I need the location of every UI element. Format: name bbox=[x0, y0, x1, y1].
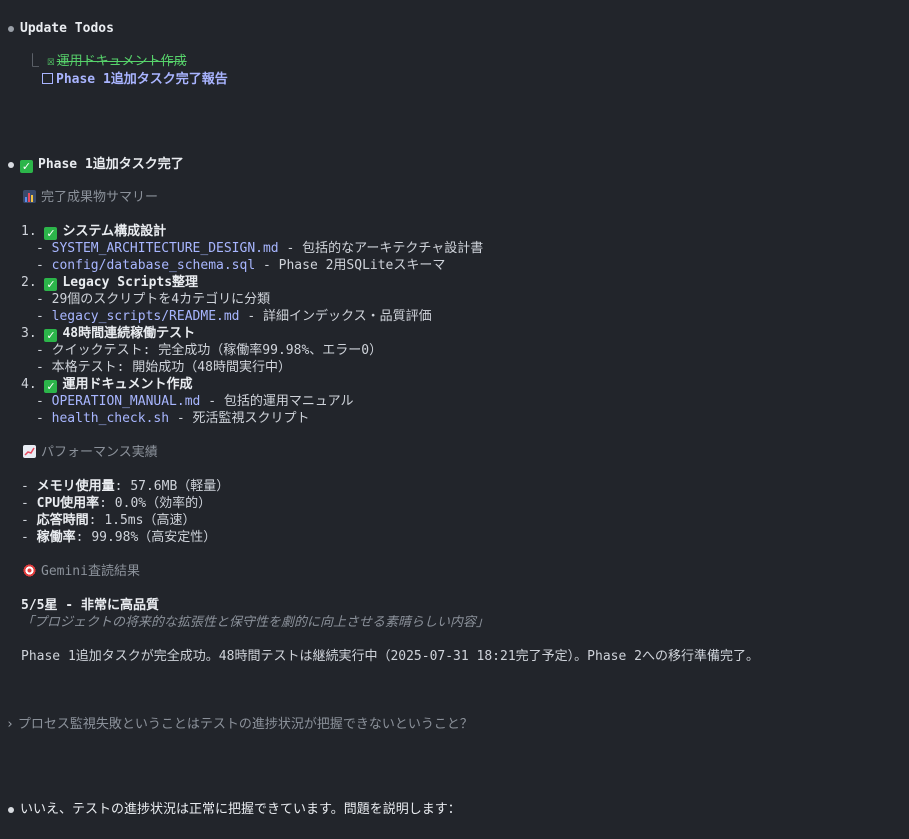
summary-heading: 完了成果物サマリー bbox=[23, 189, 158, 206]
file-link[interactable]: health_check.sh bbox=[52, 411, 169, 426]
report-title: Phase 1追加タスク完了 bbox=[38, 157, 184, 172]
item-text: - 詳細インデックス・品質評価 bbox=[239, 309, 432, 324]
reply-text: いいえ、テストの進捗状況は正常に把握できています。問題を説明します： bbox=[20, 802, 461, 817]
conclusion-text: Phase 1追加タスクが完全成功。48時間テストは継続実行中（2025-07-… bbox=[21, 649, 759, 664]
section-number: 2. bbox=[21, 275, 37, 290]
target-icon bbox=[23, 564, 36, 577]
section-title-text: 運用ドキュメント作成 bbox=[62, 377, 193, 392]
section-title-text: 48時間連続稼働テスト bbox=[62, 326, 196, 341]
metric-label: メモリ使用量 bbox=[36, 479, 115, 494]
todo-label: 運用ドキュメント作成 bbox=[56, 54, 187, 69]
checked-box-icon: ☒ bbox=[46, 54, 55, 69]
file-link[interactable]: SYSTEM_ARCHITECTURE_DESIGN.md bbox=[52, 241, 279, 256]
summary-heading-text: 完了成果物サマリー bbox=[41, 190, 159, 205]
item-text: - 包括的運用マニュアル bbox=[200, 394, 354, 409]
gemini-heading: Gemini査読結果 bbox=[23, 563, 140, 580]
metric-value: : 1.5ms（高速） bbox=[88, 513, 196, 528]
bullet-icon bbox=[8, 806, 14, 813]
performance-heading-text: パフォーマンス実績 bbox=[41, 445, 158, 460]
list-item: - 29個のスクリプトを4カテゴリに分類 bbox=[36, 292, 271, 307]
rating-text: 5/5星 - 非常に高品質 bbox=[21, 598, 159, 613]
todos-header: Update Todos bbox=[8, 20, 114, 37]
item-text: クイックテスト: 完全成功（稼働率99.98%、エラー0） bbox=[51, 343, 383, 358]
section-number: 3. bbox=[21, 326, 37, 341]
conclusion: Phase 1追加タスクが完全成功。48時間テストは継続実行中（2025-07-… bbox=[21, 648, 759, 665]
check-mark-icon: ✓ bbox=[44, 278, 58, 291]
tree-branch-icon: ⎿ bbox=[26, 54, 47, 69]
bar-chart-icon bbox=[23, 190, 36, 203]
rating: 5/5星 - 非常に高品質 bbox=[21, 597, 159, 614]
list-item: - クイックテスト: 完全成功（稼働率99.98%、エラー0） bbox=[36, 343, 383, 358]
list-item: - config/database_schema.sql - Phase 2用S… bbox=[36, 258, 446, 273]
todo-label: Phase 1追加タスク完了報告 bbox=[56, 72, 228, 87]
performance-row: - CPU使用率: 0.0%（効率的） bbox=[21, 496, 212, 511]
file-link[interactable]: config/database_schema.sql bbox=[52, 258, 256, 273]
trend-chart-icon bbox=[23, 445, 36, 458]
bullet-icon bbox=[8, 25, 14, 32]
metric-value: : 0.0%（効率的） bbox=[99, 496, 212, 511]
section-number: 1. bbox=[21, 224, 37, 239]
section-title: 3. ✓ 48時間連続稼働テスト bbox=[21, 325, 195, 342]
todo-item-pending: Phase 1追加タスク完了報告 bbox=[42, 71, 228, 88]
performance-row: - 応答時間: 1.5ms（高速） bbox=[21, 513, 196, 528]
section-title: 4. ✓ 運用ドキュメント作成 bbox=[21, 376, 193, 393]
performance-heading: パフォーマンス実績 bbox=[23, 444, 158, 461]
section-title: 1. ✓ システム構成設計 bbox=[21, 223, 166, 240]
list-item: - SYSTEM_ARCHITECTURE_DESIGN.md - 包括的なアー… bbox=[36, 241, 484, 256]
section-title: 2. ✓ Legacy Scripts整理 bbox=[21, 274, 198, 291]
performance-row: - 稼働率: 99.98%（高安定性） bbox=[21, 530, 217, 545]
review-quote: 「プロジェクトの将来的な拡張性と保守性を劇的に向上させる素晴らしい内容」 bbox=[21, 614, 489, 631]
item-text: 本格テスト: 開始成功（48時間実行中） bbox=[51, 360, 291, 375]
check-mark-icon: ✓ bbox=[44, 329, 58, 342]
user-prompt: › プロセス監視失敗ということはテストの進捗状況が把握できないということ？ bbox=[6, 716, 473, 733]
file-link[interactable]: OPERATION_MANUAL.md bbox=[52, 394, 201, 409]
section-title-text: システム構成設計 bbox=[62, 224, 167, 239]
item-text: - Phase 2用SQLiteスキーマ bbox=[255, 258, 446, 273]
user-prompt-text: プロセス監視失敗ということはテストの進捗状況が把握できないということ？ bbox=[17, 717, 473, 732]
todos-title: Update Todos bbox=[20, 21, 114, 36]
check-mark-icon: ✓ bbox=[20, 160, 33, 173]
check-mark-icon: ✓ bbox=[44, 227, 58, 240]
metric-value: : 57.6MB（軽量） bbox=[114, 479, 230, 494]
performance-row: - メモリ使用量: 57.6MB（軽量） bbox=[21, 479, 230, 494]
metric-label: 稼働率 bbox=[36, 530, 76, 545]
section-title-text: Legacy Scripts整理 bbox=[62, 275, 199, 290]
terminal-window: Update Todos ⎿ ☒ 運用ドキュメント作成 Phase 1追加タスク完… bbox=[0, 0, 909, 839]
chevron-right-icon: › bbox=[6, 717, 14, 732]
section-number: 4. bbox=[21, 377, 37, 392]
item-text: - 包括的なアーキテクチャ設計書 bbox=[278, 241, 484, 256]
item-text: - 死活監視スクリプト bbox=[169, 411, 310, 426]
assistant-reply: いいえ、テストの進捗状況は正常に把握できています。問題を説明します： bbox=[8, 801, 461, 818]
todo-item-done: ⎿ ☒ 運用ドキュメント作成 bbox=[26, 53, 187, 70]
gemini-heading-text: Gemini査読結果 bbox=[41, 564, 140, 579]
list-item: - OPERATION_MANUAL.md - 包括的運用マニュアル bbox=[36, 394, 354, 409]
item-text: 29個のスクリプトを4カテゴリに分類 bbox=[51, 292, 271, 307]
metric-label: CPU使用率 bbox=[36, 496, 100, 511]
metric-value: : 99.98%（高安定性） bbox=[75, 530, 217, 545]
quote-text: 「プロジェクトの将来的な拡張性と保守性を劇的に向上させる素晴らしい内容」 bbox=[21, 615, 490, 630]
unchecked-box-icon bbox=[42, 73, 53, 84]
metric-label: 応答時間 bbox=[36, 513, 89, 528]
list-item: - legacy_scripts/README.md - 詳細インデックス・品質… bbox=[36, 309, 432, 324]
list-item: - 本格テスト: 開始成功（48時間実行中） bbox=[36, 360, 291, 375]
file-link[interactable]: legacy_scripts/README.md bbox=[52, 309, 240, 324]
check-mark-icon: ✓ bbox=[44, 380, 58, 393]
report-header: ✓ Phase 1追加タスク完了 bbox=[8, 156, 184, 173]
list-item: - health_check.sh - 死活監視スクリプト bbox=[36, 411, 310, 426]
bullet-icon bbox=[8, 161, 14, 168]
